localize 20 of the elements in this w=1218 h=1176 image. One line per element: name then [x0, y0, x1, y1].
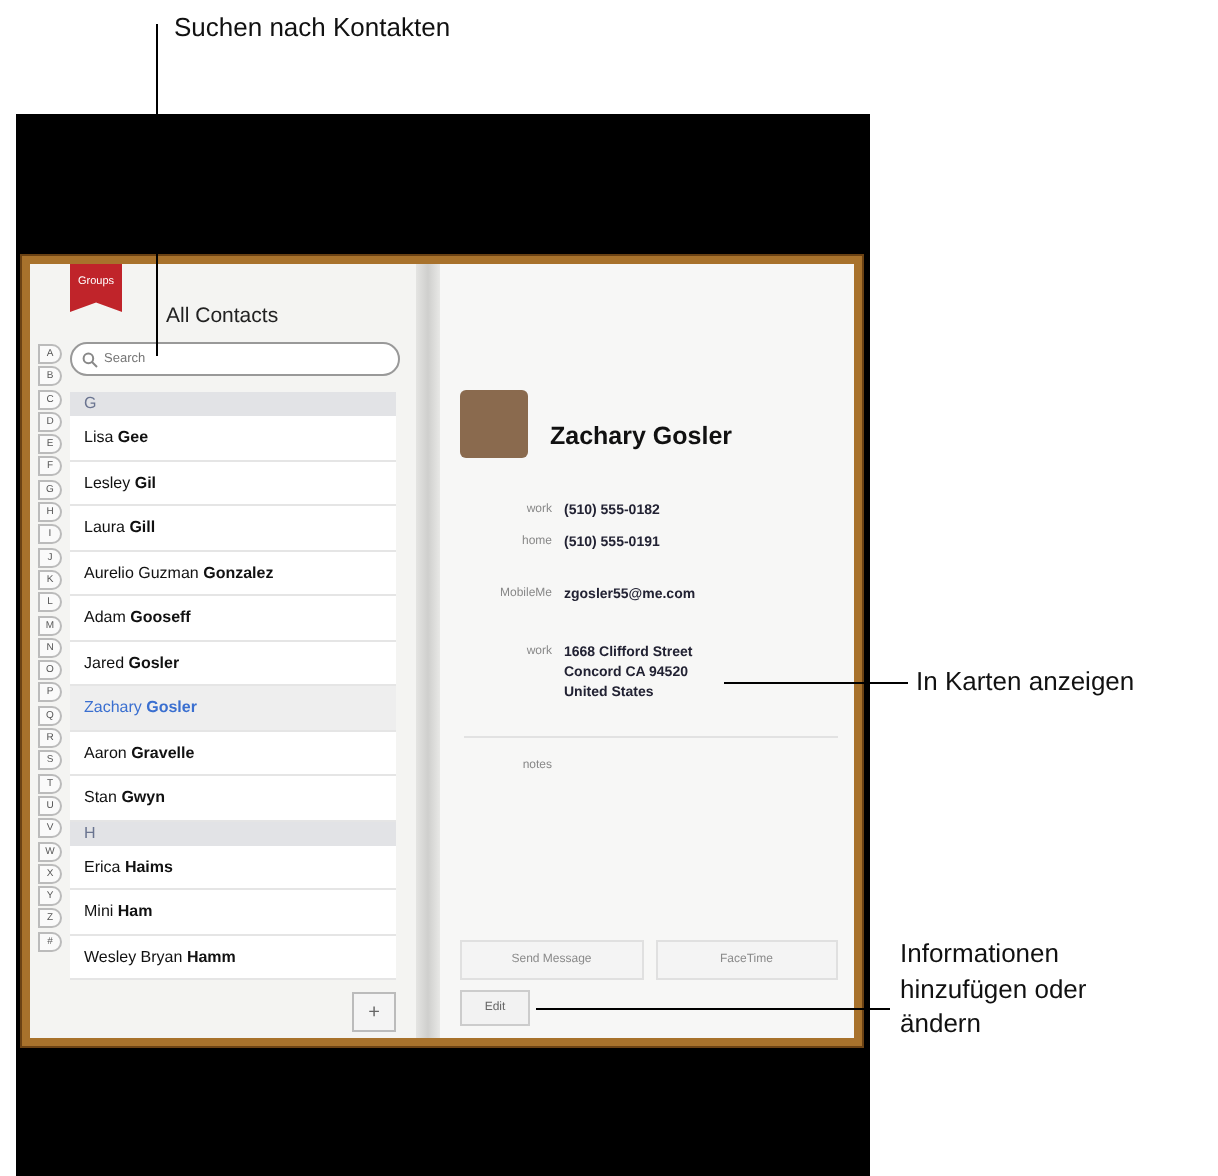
callout-text: Informationen hinzufügen oder ändern — [900, 936, 1089, 1042]
contact-row[interactable]: Laura Gill — [70, 506, 396, 551]
section-header: H — [70, 821, 396, 845]
contact-row[interactable]: Aaron Gravelle — [70, 731, 396, 776]
contact-row[interactable]: Erica Haims — [70, 845, 396, 890]
contact-name: Zachary Gosler — [550, 420, 733, 450]
photo-placeholder — [460, 390, 528, 458]
search-icon — [82, 351, 98, 367]
contact-row[interactable]: Mini Ham — [70, 890, 396, 935]
contact-row[interactable]: Lesley Gil — [70, 461, 396, 506]
contact-row[interactable]: Aurelio Guzman Gonzalez — [70, 551, 396, 596]
callout-text: In Karten anzeigen — [916, 664, 1135, 700]
callout-text: Suchen nach Kontakten — [174, 10, 451, 46]
contact-row[interactable]: Wesley Bryan Hamm — [70, 935, 396, 980]
contact-row[interactable]: Adam Gooseff — [70, 596, 396, 641]
contact-row[interactable]: Lisa Gee — [70, 416, 396, 461]
contact-row[interactable]: Zachary Gosler — [70, 686, 396, 731]
section-header: G — [70, 392, 396, 416]
add-button[interactable]: + — [352, 992, 396, 1032]
page-title: All Contacts — [166, 304, 279, 332]
